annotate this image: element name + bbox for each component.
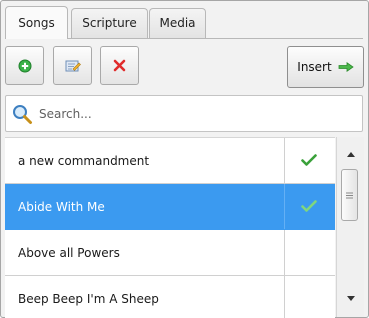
checkmark-icon [301,154,317,166]
column-divider [284,276,285,318]
scroll-up-arrow[interactable] [337,145,364,163]
song-list: a new commandment Abide With Me Above al… [5,137,335,318]
add-song-button[interactable] [5,46,44,85]
checkmark-icon [301,200,317,212]
tab-bar: Songs Scripture Media [5,6,363,39]
insert-button[interactable]: Insert [287,46,364,88]
tab-songs[interactable]: Songs [5,6,68,39]
search-icon [13,104,32,124]
column-divider [284,230,285,275]
scrollbar-thumb[interactable] [341,169,358,221]
song-title: Above all Powers [18,246,120,260]
songs-panel: Songs Scripture Media Insert Search... a… [0,0,369,318]
song-title: Beep Beep I'm A Sheep [18,292,159,306]
search-input[interactable] [37,105,341,122]
add-icon [18,59,31,72]
delete-icon [113,59,126,72]
insert-label: Insert [297,60,332,74]
delete-song-button[interactable] [100,46,139,85]
column-divider [284,184,285,229]
tab-scripture[interactable]: Scripture [71,8,148,38]
list-item[interactable]: a new commandment [5,138,335,184]
vertical-scrollbar[interactable] [336,137,364,317]
song-title: a new commandment [18,154,150,168]
edit-icon [65,60,81,71]
song-title: Abide With Me [18,200,105,214]
column-divider [284,138,285,183]
scroll-down-arrow[interactable] [337,289,364,307]
chevron-down-icon [346,295,355,301]
list-item[interactable]: Abide With Me [5,184,335,230]
search-box [5,95,363,132]
arrow-right-icon [338,62,354,72]
edit-song-button[interactable] [53,46,92,85]
list-item[interactable]: Above all Powers [5,230,335,276]
chevron-up-icon [346,151,355,157]
list-item[interactable]: Beep Beep I'm A Sheep [5,276,335,318]
grip-icon [346,192,353,198]
tab-media[interactable]: Media [149,8,206,38]
